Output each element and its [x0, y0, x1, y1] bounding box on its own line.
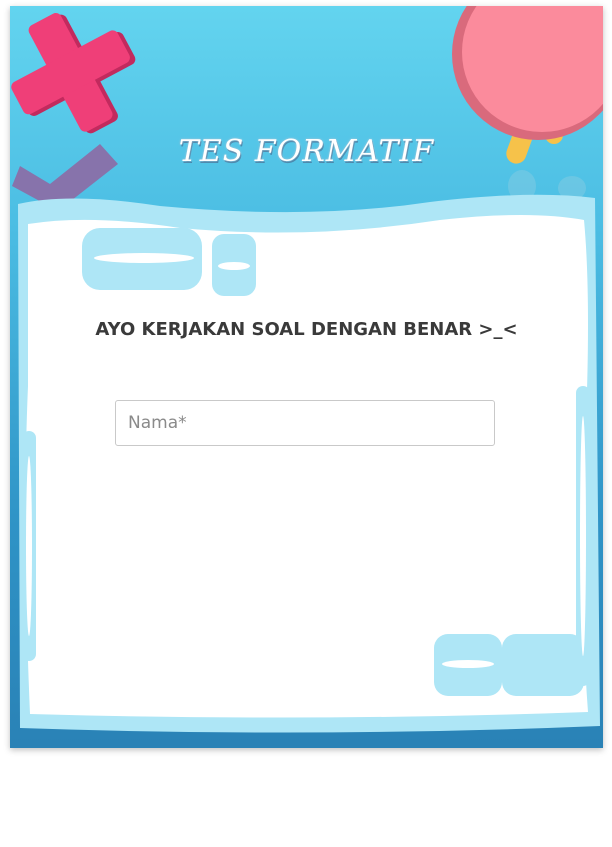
form-card: TES FORMATIF AYO KERJAKAN SOAL DENGAN BE… — [10, 6, 603, 748]
background-art — [11, 6, 603, 733]
name-input[interactable] — [115, 400, 495, 446]
instruction-text: AYO KERJAKAN SOAL DENGAN BENAR >_< — [95, 319, 518, 340]
pink-circle — [452, 6, 603, 140]
page-title: TES FORMATIF — [178, 134, 435, 169]
